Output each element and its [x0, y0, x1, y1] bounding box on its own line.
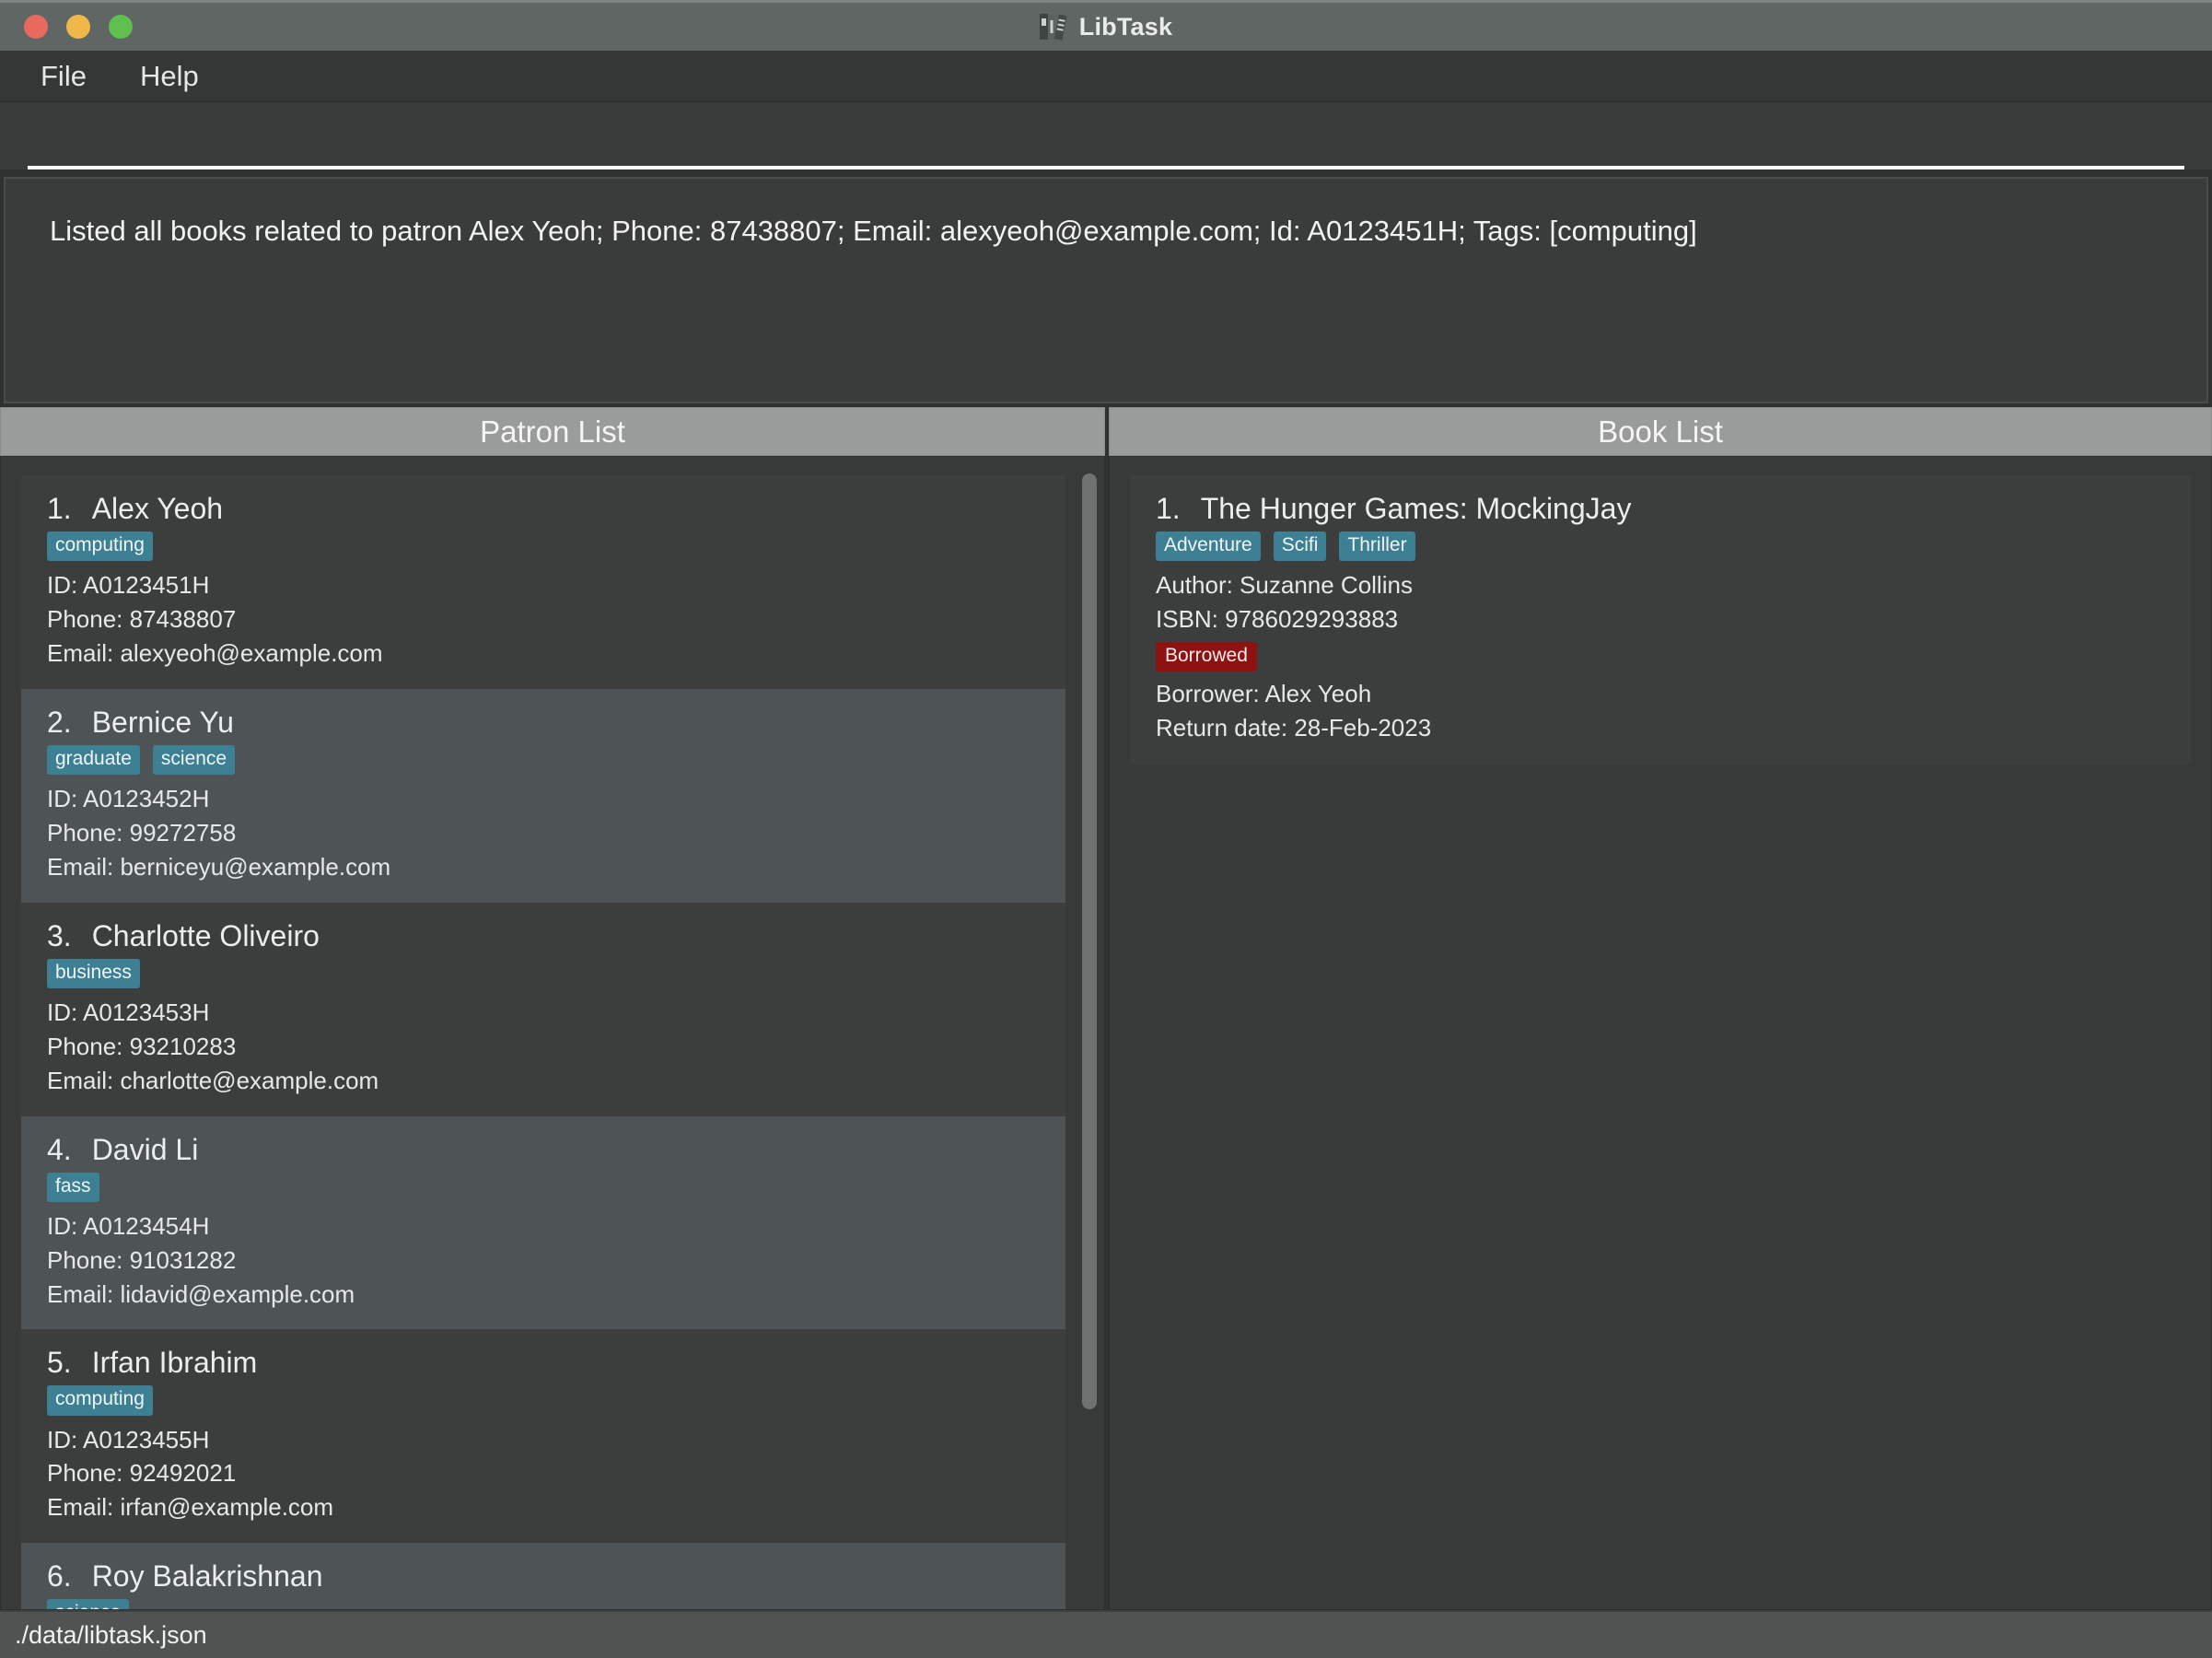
- menu-bar: File Help: [0, 51, 2212, 102]
- patron-list-scrollbar-thumb[interactable]: [1082, 473, 1097, 1409]
- patron-id: ID: A0123454H: [47, 1209, 1040, 1244]
- patron-phone: Phone: 99272758: [47, 816, 1040, 850]
- menu-item-help[interactable]: Help: [131, 59, 208, 93]
- patron-email: Email: lidavid@example.com: [47, 1278, 1040, 1312]
- patron-index: 1.: [47, 492, 72, 526]
- tag-chip: science: [153, 745, 235, 775]
- patron-title-row: 6. Roy Balakrishnan: [47, 1559, 1040, 1594]
- maximize-button[interactable]: [109, 15, 133, 39]
- book-isbn: ISBN: 9786029293883: [1156, 602, 2165, 636]
- tag-chip: Scifi: [1274, 531, 1327, 561]
- book-status-row: Borrowed: [1156, 642, 2165, 671]
- patron-email: Email: irfan@example.com: [47, 1490, 1040, 1524]
- tag-chip: computing: [47, 531, 153, 561]
- menu-item-file[interactable]: File: [31, 59, 96, 93]
- book-author: Author: Suzanne Collins: [1156, 568, 2165, 602]
- status-badge: Borrowed: [1156, 642, 1257, 671]
- tag-chip: fass: [47, 1173, 99, 1202]
- patron-tag-row: business: [47, 959, 1040, 988]
- minimize-button[interactable]: [66, 15, 90, 39]
- patron-list-body: 1.Alex YeohcomputingID: A0123451HPhone: …: [0, 456, 1105, 1610]
- patron-name: Irfan Ibrahim: [92, 1346, 258, 1380]
- patron-name: Charlotte Oliveiro: [92, 919, 320, 953]
- book-title: The Hunger Games: MockingJay: [1201, 492, 1632, 526]
- book-return-date: Return date: 28-Feb-2023: [1156, 711, 2165, 745]
- title-center-group: LibTask: [0, 3, 2212, 51]
- tag-chip: Thriller: [1339, 531, 1415, 561]
- book-index: 1.: [1156, 492, 1181, 526]
- book-list[interactable]: 1. The Hunger Games: MockingJay Adventure S…: [1110, 457, 2211, 1609]
- book-borrower: Borrower: Alex Yeoh: [1156, 677, 2165, 711]
- patron-tag-row: computing: [47, 1385, 1040, 1415]
- app-title: LibTask: [1079, 13, 1172, 41]
- patron-list[interactable]: 1.Alex YeohcomputingID: A0123451HPhone: …: [1, 457, 1104, 1609]
- patron-phone: Phone: 92492021: [47, 1456, 1040, 1490]
- books-icon: [1040, 12, 1067, 41]
- book-list-header: Book List: [1109, 407, 2212, 456]
- patron-title-row: 4. David Li: [47, 1133, 1040, 1167]
- status-bar: ./data/libtask.json: [0, 1610, 2212, 1658]
- tag-chip: science: [47, 1599, 129, 1609]
- patron-list-header: Patron List: [0, 407, 1105, 456]
- result-display: Listed all books related to patron Alex …: [4, 177, 2208, 403]
- book-tag-row: Adventure Scifi Thriller: [1156, 531, 2165, 561]
- patron-name: David Li: [92, 1133, 199, 1167]
- tag-chip: computing: [47, 1385, 153, 1415]
- book-title-row: 1. The Hunger Games: MockingJay: [1156, 492, 2165, 526]
- result-display-wrapper: Listed all books related to patron Alex …: [0, 173, 2212, 407]
- patron-index: 4.: [47, 1133, 72, 1167]
- status-bar-path: ./data/libtask.json: [15, 1621, 207, 1650]
- app-window: LibTask File Help Listed all books relat…: [0, 0, 2212, 1658]
- patron-card[interactable]: 5. Irfan Ibrahim computing ID: A0123455HPho…: [21, 1329, 1065, 1543]
- traffic-light-group: [0, 15, 133, 39]
- patron-index: 2.: [47, 706, 72, 740]
- patron-id: ID: A0123451H: [47, 568, 1040, 602]
- patron-title-row: 1. Alex Yeoh: [47, 492, 1040, 526]
- patron-tag-row: science: [47, 1599, 1040, 1609]
- result-message: Listed all books related to patron Alex …: [50, 212, 2162, 251]
- patron-index: 3.: [47, 919, 72, 953]
- panels-container: Patron List 1. Alex Yeoh computing ID: A012…: [0, 407, 2212, 1610]
- patron-title-row: 5. Irfan Ibrahim: [47, 1346, 1040, 1380]
- patron-name: Alex Yeoh: [92, 492, 223, 526]
- patron-index: 6.: [47, 1559, 72, 1594]
- patron-id: ID: A0123453H: [47, 996, 1040, 1030]
- tag-chip: Adventure: [1156, 531, 1261, 561]
- tag-chip: graduate: [47, 745, 140, 775]
- patron-phone: Phone: 91031282: [47, 1244, 1040, 1278]
- patron-name: Roy Balakrishnan: [92, 1559, 323, 1594]
- patron-phone: Phone: 87438807: [47, 602, 1040, 636]
- patron-title-row: 3. Charlotte Oliveiro: [47, 919, 1040, 953]
- patron-id: ID: A0123455H: [47, 1423, 1040, 1457]
- patron-card[interactable]: 4. David Li fass ID: A0123454HPhone: 910312…: [21, 1116, 1065, 1330]
- patron-title-row: 2. Bernice Yu: [47, 706, 1040, 740]
- patron-name: Bernice Yu: [92, 706, 234, 740]
- command-area: [0, 102, 2212, 173]
- patron-email: Email: alexyeoh@example.com: [47, 636, 1040, 671]
- title-bar: LibTask: [0, 0, 2212, 51]
- patron-tag-row: computing: [47, 531, 1040, 561]
- patron-card[interactable]: 3. Charlotte Oliveiro business ID: A0123453…: [21, 903, 1065, 1116]
- patron-card[interactable]: 6.Roy BalakrishnanscienceID: A0123456H: [21, 1543, 1065, 1609]
- close-button[interactable]: [24, 15, 48, 39]
- patron-card[interactable]: 2. Bernice Yu graduate science ID: A0123452H…: [21, 689, 1065, 903]
- patron-phone: Phone: 93210283: [47, 1030, 1040, 1064]
- patron-index: 5.: [47, 1346, 72, 1380]
- patron-email: Email: charlotte@example.com: [47, 1064, 1040, 1098]
- patron-card[interactable]: 1. Alex Yeoh computing ID: A0123451HPhone: …: [21, 475, 1065, 689]
- patron-email: Email: berniceyu@example.com: [47, 850, 1040, 884]
- command-input[interactable]: [28, 112, 2184, 169]
- book-card[interactable]: 1. The Hunger Games: MockingJay Adventure S…: [1130, 475, 2191, 764]
- book-list-body: 1. The Hunger Games: MockingJay Adventure S…: [1109, 456, 2212, 1610]
- tag-chip: business: [47, 959, 140, 988]
- patron-tag-row: fass: [47, 1173, 1040, 1202]
- patron-id: ID: A0123452H: [47, 782, 1040, 816]
- patron-panel: Patron List 1. Alex Yeoh computing ID: A012…: [0, 407, 1105, 1610]
- patron-list-scrollbar[interactable]: [1082, 462, 1097, 1604]
- book-panel: Book List 1. The Hunger Games: MockingJay…: [1105, 407, 2212, 1610]
- patron-tag-row: graduate science: [47, 745, 1040, 775]
